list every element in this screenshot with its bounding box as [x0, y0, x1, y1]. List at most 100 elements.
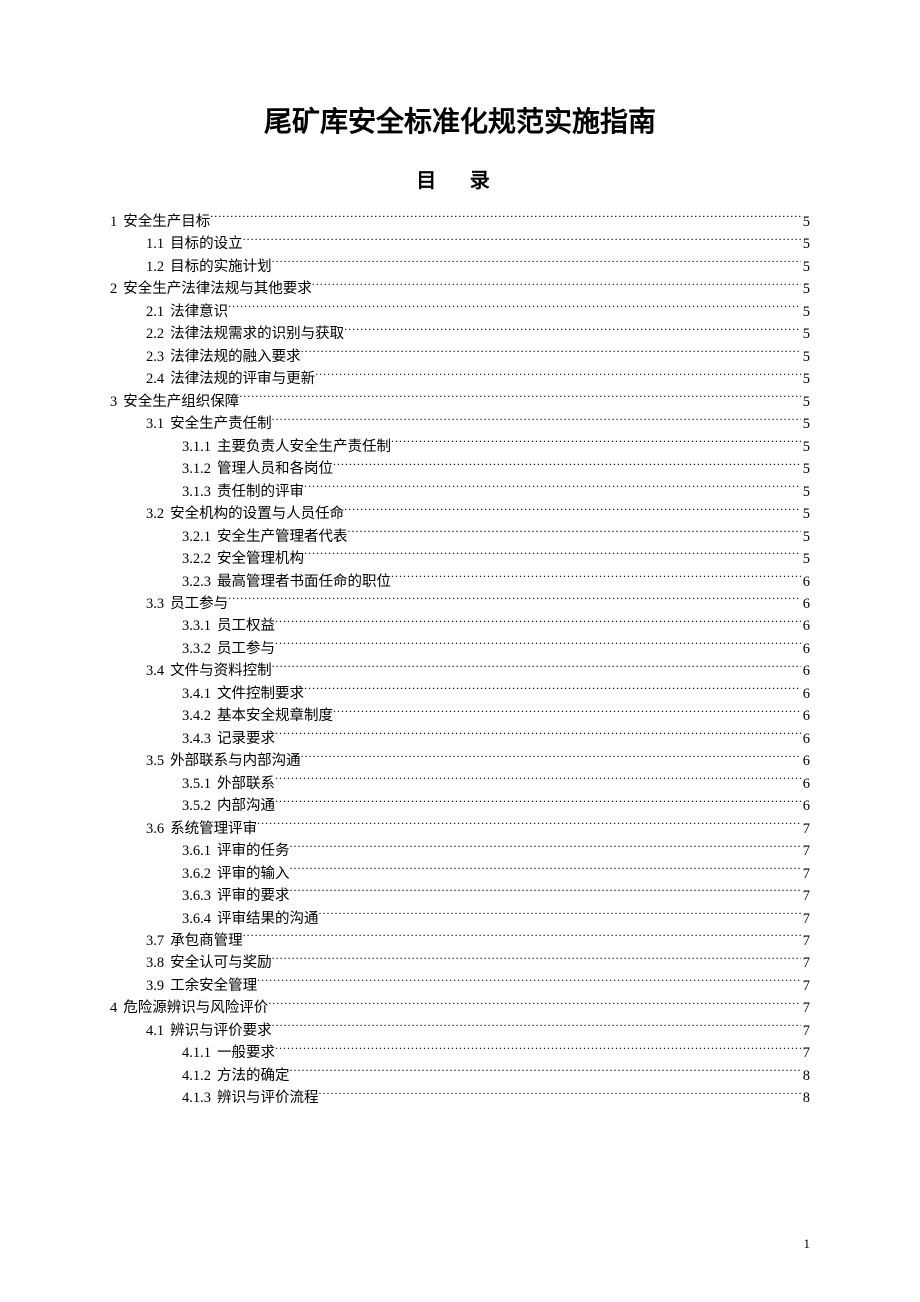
toc-entry-page: 5 — [801, 368, 810, 390]
toc-leader-dots — [304, 549, 801, 564]
toc-entry: 3.5.2内部沟通 6 — [110, 795, 810, 817]
toc-entry: 4危险源辨识与风险评价7 — [110, 997, 810, 1019]
toc-entry-page: 8 — [801, 1087, 810, 1109]
toc-leader-dots — [272, 661, 801, 676]
toc-entry-number: 1 — [110, 211, 117, 233]
toc-entry-label: 记录要求 — [211, 728, 275, 750]
toc-entry-number: 3.1.1 — [182, 436, 211, 458]
toc-entry-number: 3.1.2 — [182, 458, 211, 480]
toc-entry-number: 3.5.2 — [182, 795, 211, 817]
toc-entry-number: 3.2.1 — [182, 526, 211, 548]
toc-entry: 3.6.1评审的任务 7 — [110, 840, 810, 862]
toc-entry-label: 内部沟通 — [211, 795, 275, 817]
toc-entry-label: 外部联系 — [211, 773, 275, 795]
toc-entry: 3.4.2基本安全规章制度6 — [110, 705, 810, 727]
toc-leader-dots — [275, 638, 801, 653]
toc-leader-dots — [275, 796, 801, 811]
toc-entry-label: 责任制的评审 — [211, 481, 304, 503]
toc-entry-label: 安全生产组织保障 — [117, 391, 239, 413]
toc-entry-label: 系统管理评审 — [164, 818, 257, 840]
toc-leader-dots — [319, 908, 801, 923]
toc-entry-page: 7 — [801, 840, 810, 862]
toc-entry-page: 6 — [801, 795, 810, 817]
toc-entry-page: 6 — [801, 593, 810, 615]
toc-entry: 3.4.1文件控制要求6 — [110, 683, 810, 705]
toc-entry-page: 7 — [801, 1020, 810, 1042]
toc-entry-page: 6 — [801, 615, 810, 637]
toc-entry-number: 2.3 — [146, 346, 164, 368]
toc-entry: 1安全生产目标5 — [110, 211, 810, 233]
toc-entry-label: 员工参与 — [211, 638, 275, 660]
document-page: 尾矿库安全标准化规范实施指南 目 录 1安全生产目标51.1目标的设立51.2目… — [0, 0, 920, 1302]
toc-entry-label: 法律法规需求的识别与获取 — [164, 323, 344, 345]
toc-entry: 3.1.2管理人员和各岗位5 — [110, 458, 810, 480]
document-title: 尾矿库安全标准化规范实施指南 — [110, 100, 810, 140]
toc-entry-number: 3.9 — [146, 975, 164, 997]
toc-leader-dots — [290, 841, 801, 856]
toc-entry-label: 目标的实施计划 — [164, 256, 272, 278]
toc-entry-label: 方法的确定 — [211, 1065, 290, 1087]
toc-entry: 3安全生产组织保障5 — [110, 391, 810, 413]
toc-entry-label: 文件与资料控制 — [164, 660, 272, 682]
toc-leader-dots — [290, 886, 801, 901]
toc-entry-page: 5 — [801, 211, 810, 233]
toc-entry-number: 4.1.2 — [182, 1065, 211, 1087]
toc-entry: 3.6.3评审的要求7 — [110, 885, 810, 907]
toc-entry-number: 3.6 — [146, 818, 164, 840]
toc-entry-label: 管理人员和各岗位 — [211, 458, 333, 480]
toc-entry-label: 危险源辨识与风险评价 — [117, 997, 268, 1019]
toc-leader-dots — [275, 616, 801, 631]
toc-entry-label: 辨识与评价要求 — [164, 1020, 272, 1042]
toc-entry-page: 6 — [801, 705, 810, 727]
toc-leader-dots — [391, 436, 801, 451]
toc-leader-dots — [290, 1065, 801, 1080]
toc-heading: 目 录 — [110, 164, 810, 193]
toc-entry-number: 1.1 — [146, 233, 164, 255]
toc-entry-page: 5 — [801, 526, 810, 548]
toc-entry-page: 6 — [801, 683, 810, 705]
toc-entry: 3.2.2安全管理机构5 — [110, 548, 810, 570]
toc-entry-number: 3.4.1 — [182, 683, 211, 705]
toc-leader-dots — [348, 526, 801, 541]
toc-leader-dots — [272, 414, 801, 429]
toc-entry: 3.4文件与资料控制6 — [110, 660, 810, 682]
toc-entry-page: 5 — [801, 503, 810, 525]
toc-leader-dots — [391, 571, 801, 586]
toc-entry: 3.3.1员工权益6 — [110, 615, 810, 637]
toc-entry-label: 外部联系与内部沟通 — [164, 750, 301, 772]
toc-entry-page: 5 — [801, 436, 810, 458]
toc-entry: 3.5外部联系与内部沟通6 — [110, 750, 810, 772]
toc-entry-number: 2 — [110, 278, 117, 300]
toc-entry-number: 3.2 — [146, 503, 164, 525]
toc-leader-dots — [333, 706, 801, 721]
toc-leader-dots — [301, 751, 801, 766]
toc-entry-number: 3.3.2 — [182, 638, 211, 660]
toc-entry-label: 评审的任务 — [211, 840, 290, 862]
toc-entry-page: 7 — [801, 863, 810, 885]
toc-leader-dots — [228, 593, 801, 608]
toc-entry: 3.1.1主要负责人安全生产责任制 5 — [110, 436, 810, 458]
toc-entry-number: 3.6.1 — [182, 840, 211, 862]
toc-entry-page: 7 — [801, 975, 810, 997]
toc-entry-number: 2.2 — [146, 323, 164, 345]
toc-entry-label: 主要负责人安全生产责任制 — [211, 436, 391, 458]
toc-entry-number: 3.6.3 — [182, 885, 211, 907]
toc-entry-label: 法律法规的评审与更新 — [164, 368, 315, 390]
toc-entry: 3.8安全认可与奖励7 — [110, 952, 810, 974]
toc-entry-number: 3.5.1 — [182, 773, 211, 795]
toc-entry-label: 承包商管理 — [164, 930, 243, 952]
toc-entry: 3.4.3记录要求6 — [110, 728, 810, 750]
toc-entry: 3.2安全机构的设置与人员任命5 — [110, 503, 810, 525]
toc-leader-dots — [275, 773, 801, 788]
toc-entry: 4.1.2方法的确定8 — [110, 1065, 810, 1087]
toc-entry-page: 6 — [801, 773, 810, 795]
toc-leader-dots — [290, 863, 801, 878]
toc-leader-dots — [272, 256, 801, 271]
toc-entry-number: 3.2.2 — [182, 548, 211, 570]
toc-entry-number: 3 — [110, 391, 117, 413]
toc-entry-page: 5 — [801, 233, 810, 255]
toc-entry-page: 6 — [801, 750, 810, 772]
toc-entry-number: 3.7 — [146, 930, 164, 952]
toc-entry-page: 5 — [801, 301, 810, 323]
toc-entry: 4.1.1一般要求7 — [110, 1042, 810, 1064]
